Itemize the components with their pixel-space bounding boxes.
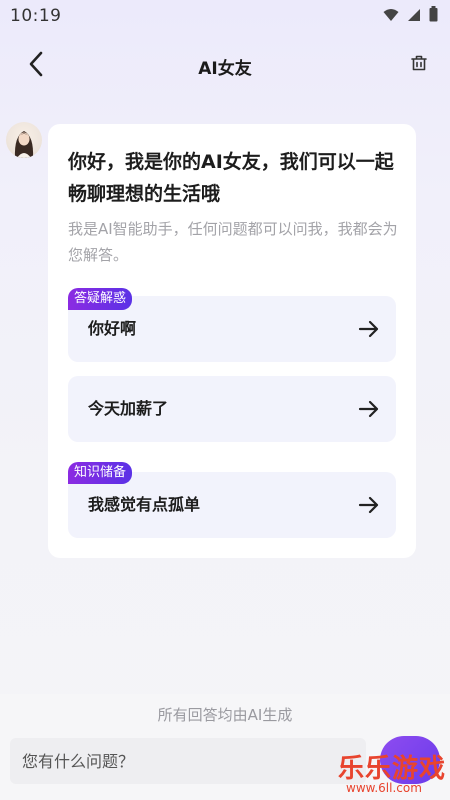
greeting-text: 你好，我是你的AI女友，我们可以一起畅聊理想的生活哦 [68, 151, 394, 205]
battery-icon [429, 6, 438, 26]
question-input[interactable] [10, 738, 366, 784]
watermark-url: www.6ll.com [346, 781, 422, 795]
watermark: 乐乐游戏 www.6ll.com [338, 748, 448, 798]
suggestion-tag: 答疑解惑 [68, 288, 133, 310]
ai-disclaimer: 所有回答均由AI生成 [157, 706, 293, 724]
watermark-logo-text: 乐乐游戏 [338, 754, 447, 784]
assistant-avatar [6, 122, 42, 158]
suggestion-tag: 知识储备 [68, 462, 133, 484]
arrow-right-icon [358, 318, 380, 340]
wifi-icon [383, 7, 399, 26]
header: AI女友 [0, 40, 450, 92]
arrow-right-icon [358, 398, 380, 420]
signal-icon [407, 7, 421, 26]
page-title: AI女友 [198, 58, 252, 79]
chevron-left-icon [28, 51, 44, 81]
status-time: 10:19 [10, 6, 62, 26]
assistant-message-card: 你好，我是你的AI女友，我们可以一起畅聊理想的生活哦 我是AI智能助手，任何问题… [48, 124, 416, 558]
status-bar: 10:19 [0, 0, 450, 32]
status-icons [383, 6, 438, 26]
intro-subtext: 我是AI智能助手，任何问题都可以问我，我都会为您解答。 [68, 220, 398, 264]
trash-icon [410, 54, 428, 76]
clear-chat-button[interactable] [408, 54, 430, 76]
suggestion-item[interactable]: 今天加薪了 [68, 376, 396, 442]
arrow-right-icon [358, 494, 380, 516]
back-button[interactable] [22, 51, 50, 81]
suggestion-label: 今天加薪了 [88, 399, 169, 418]
